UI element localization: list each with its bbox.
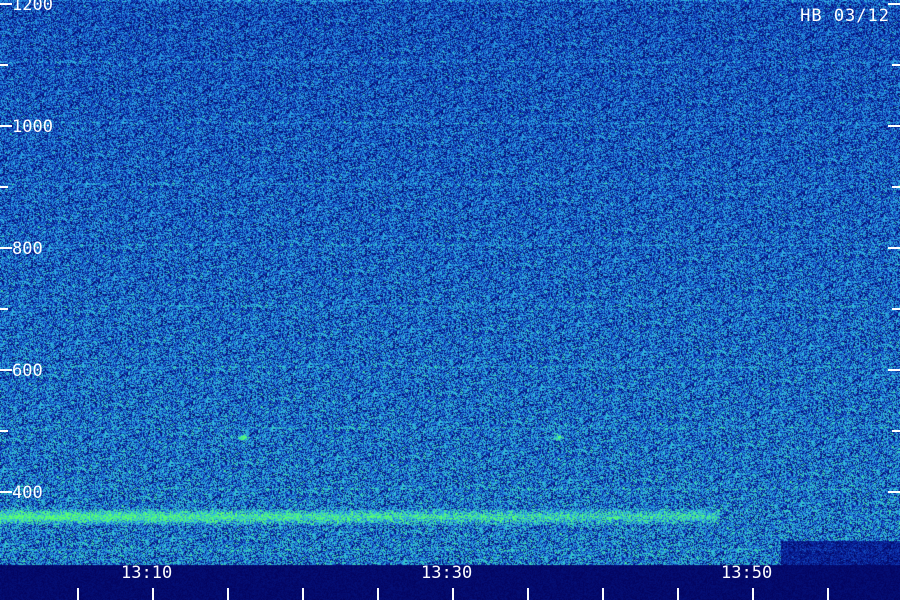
x-axis: 13:10 13:30 13:50 <box>77 563 829 600</box>
y-axis: 1200 1000 800 600 400 <box>0 0 900 503</box>
x-tick-label: 13:10 <box>121 563 172 583</box>
y-tick-label: 400 <box>12 483 43 503</box>
y-tick-label: 1200 <box>12 0 53 15</box>
y-tick-label: 600 <box>12 361 43 381</box>
axis-overlay: 1200 1000 800 600 400 13:10 13:30 13:50 <box>0 0 900 600</box>
x-tick-label: 13:30 <box>421 563 472 583</box>
x-tick-label: 13:50 <box>721 563 772 583</box>
y-tick-label: 1000 <box>12 117 53 137</box>
y-tick-label: 800 <box>12 239 43 259</box>
station-label: HB 03/12 <box>800 6 890 26</box>
